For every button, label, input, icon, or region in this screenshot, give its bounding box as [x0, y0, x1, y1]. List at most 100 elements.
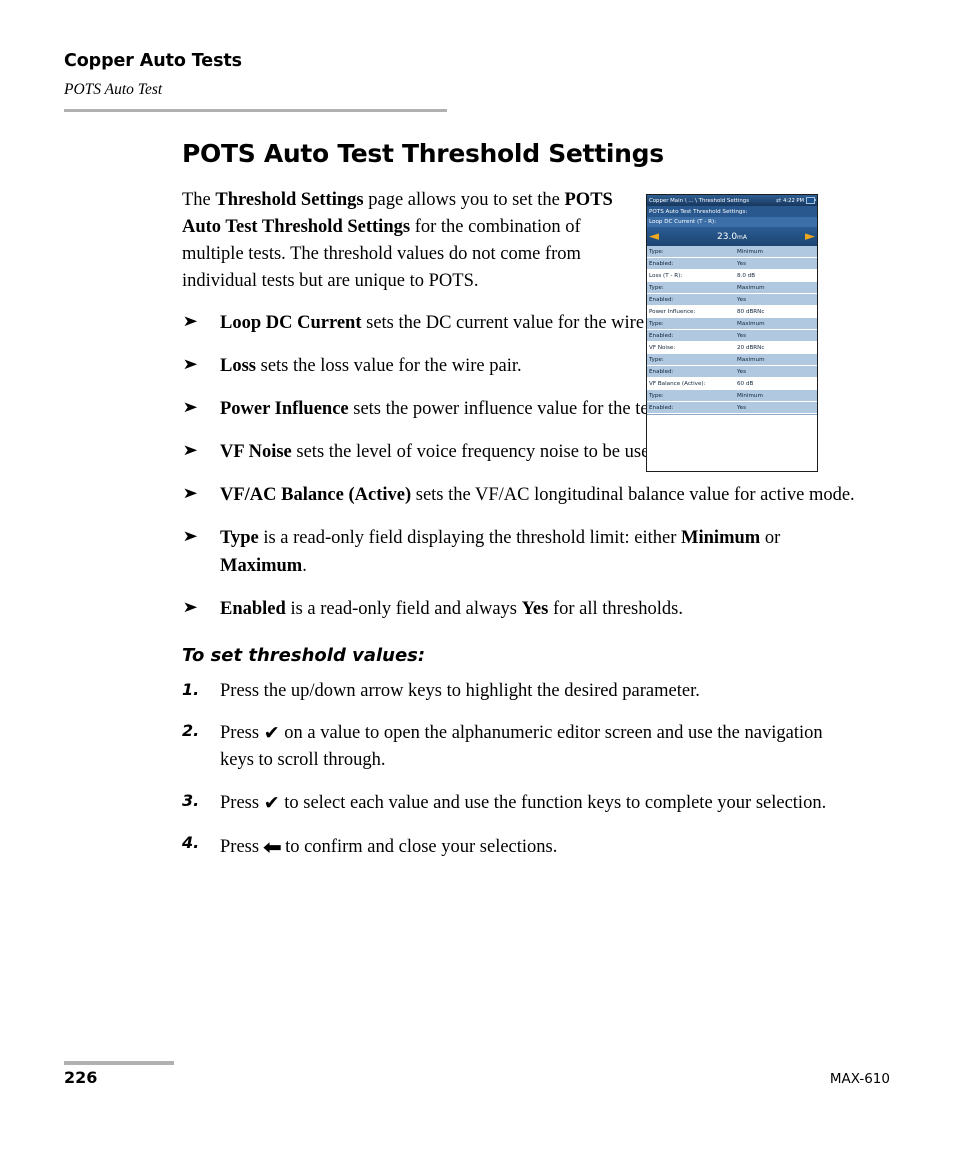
header-chapter-title: Copper Auto Tests: [64, 51, 242, 71]
row-value: 80 dBRNc: [737, 308, 765, 315]
step-text-before: Press: [220, 723, 264, 744]
bullet-text-tail: or: [760, 528, 781, 549]
row-value: Maximum: [737, 356, 765, 363]
device-empty-area: [647, 414, 817, 471]
checkmark-icon: ✔: [263, 791, 280, 814]
table-row[interactable]: Enabled: Yes: [647, 294, 817, 306]
table-row[interactable]: Power Influence: 80 dBRNc: [647, 306, 817, 318]
row-value: 8.0 dB: [737, 272, 756, 279]
row-value: Yes: [737, 260, 747, 267]
row-key: Loss (T - R):: [649, 272, 683, 279]
device-screenshot-figure: Copper Main \ ... \ Threshold Settings ⇄…: [646, 194, 818, 472]
battery-icon: [806, 197, 816, 204]
footer-model-name: MAX-610: [829, 1071, 890, 1087]
header-divider: [64, 109, 447, 113]
row-value: 60 dB: [737, 380, 754, 387]
table-row[interactable]: Type: Maximum: [647, 354, 817, 366]
running-header: Copper Auto Tests POTS Auto Test: [64, 51, 454, 113]
row-key: VF Balance (Active):: [649, 380, 706, 387]
checkmark-icon: ✔: [263, 722, 280, 745]
list-item: ➤ Power Influence sets the power influen…: [182, 396, 682, 423]
bullet-text: is a read-only field and always: [285, 598, 522, 619]
bullet-term: VF/AC Balance (Active): [220, 485, 412, 506]
bullet-text-bold: Yes: [521, 598, 549, 619]
row-key: Enabled:: [649, 404, 674, 411]
list-item: 2. Press ✔ on a value to open the alphan…: [182, 719, 860, 774]
header-section-subtitle: POTS Auto Test: [64, 81, 163, 99]
device-threshold-table: Type: Minimum Enabled: Yes Loss (T - R): 8.…: [647, 246, 817, 414]
row-value: Yes: [737, 404, 747, 411]
device-titlebar: Copper Main \ ... \ Threshold Settings ⇄…: [647, 195, 817, 206]
bullet-text: sets the loss value for the wire pair.: [256, 355, 522, 376]
row-key: Type:: [649, 392, 664, 399]
device-breadcrumb: Copper Main \ ... \ Threshold Settings: [649, 197, 750, 204]
chevron-right-icon[interactable]: ►: [805, 230, 815, 243]
intro-text-1: The: [182, 189, 216, 210]
list-item: 4. Press ⬅ to confirm and close your sel…: [182, 831, 860, 861]
device-value: 23.0mA: [659, 232, 805, 242]
table-row[interactable]: Enabled: Yes: [647, 330, 817, 342]
table-row[interactable]: Type: Maximum: [647, 282, 817, 294]
table-row[interactable]: Type: Maximum: [647, 318, 817, 330]
bullet-text: is a read-only field displaying the thre…: [258, 528, 682, 549]
list-item: ➤ Enabled is a read-only field and alway…: [182, 596, 868, 623]
row-key: Enabled:: [649, 260, 674, 267]
device-status-icons: ⇄ 4:22 PM: [776, 196, 816, 204]
bullet-text-bold-2: Maximum: [220, 555, 303, 576]
row-key: Power Influence:: [649, 308, 696, 315]
bullet-term: Type: [220, 528, 259, 549]
bullet-text: sets the level of voice frequency noise …: [291, 442, 664, 463]
row-value: Yes: [737, 368, 747, 375]
device-active-field-label: Loop DC Current (T - R):: [647, 217, 817, 227]
device-page-subtitle: POTS Auto Test Threshold Settings:: [647, 206, 817, 217]
row-key: Type:: [649, 356, 664, 363]
chevron-left-icon[interactable]: ◄: [649, 230, 659, 243]
network-icon: ⇄: [776, 196, 782, 204]
list-item: ➤ Loss sets the loss value for the wire …: [182, 353, 682, 380]
device-value-stepper[interactable]: ◄ 23.0mA ►: [647, 227, 817, 246]
bullet-arrow-icon: ➤: [182, 597, 199, 616]
row-value: Maximum: [737, 320, 765, 327]
row-key: Enabled:: [649, 296, 674, 303]
step-text-after: to confirm and close your selections.: [280, 836, 558, 857]
step-text-before: Press: [220, 792, 264, 813]
list-item: 3. Press ✔ to select each value and use …: [182, 789, 860, 817]
bullet-term: VF Noise: [220, 442, 292, 463]
row-value: Yes: [737, 296, 747, 303]
list-item: ➤ VF/AC Balance (Active) sets the VF/AC …: [182, 482, 868, 509]
bullet-text: sets the DC current value for the wire p…: [361, 312, 682, 333]
bullet-text-end: .: [302, 555, 307, 576]
bullet-arrow-icon: ➤: [182, 527, 199, 546]
table-row[interactable]: VF Noise: 20 dBRNc: [647, 342, 817, 354]
bullet-text: sets the VF/AC longitudinal balance valu…: [411, 485, 855, 506]
step-number: 3.: [182, 790, 200, 810]
intro-paragraph: The Threshold Settings page allows you t…: [182, 187, 644, 296]
table-row[interactable]: Type: Minimum: [647, 390, 817, 402]
step-text: Press the up/down arrow keys to highligh…: [220, 681, 700, 701]
step-number: 4.: [182, 832, 200, 852]
step-number: 1.: [182, 680, 200, 699]
bullet-arrow-icon: ➤: [182, 397, 199, 416]
table-row[interactable]: Enabled: Yes: [647, 366, 817, 378]
row-value: Minimum: [737, 248, 763, 255]
bullet-text-bold: Minimum: [681, 528, 761, 549]
intro-bold-1: Threshold Settings: [215, 189, 364, 210]
row-key: Type:: [649, 248, 664, 255]
row-value: Maximum: [737, 284, 765, 291]
device-value-unit: mA: [737, 233, 747, 241]
bullet-arrow-icon: ➤: [182, 311, 199, 330]
procedure-heading: To set threshold values:: [182, 645, 426, 666]
list-item: ➤ Loop DC Current sets the DC current va…: [182, 310, 682, 337]
table-row[interactable]: Enabled: Yes: [647, 402, 817, 414]
list-item: 1. Press the up/down arrow keys to highl…: [182, 678, 860, 705]
table-row[interactable]: VF Balance (Active): 60 dB: [647, 378, 817, 390]
table-row[interactable]: Type: Minimum: [647, 246, 817, 258]
table-row[interactable]: Loss (T - R): 8.0 dB: [647, 270, 817, 282]
row-value: 20 dBRNc: [737, 344, 765, 351]
row-key: Type:: [649, 320, 664, 327]
bullet-term: Loop DC Current: [220, 312, 362, 333]
step-text-before: Press: [220, 836, 264, 857]
row-key: VF Noise:: [649, 344, 676, 351]
table-row[interactable]: Enabled: Yes: [647, 258, 817, 270]
bullet-term: Power Influence: [220, 398, 349, 419]
